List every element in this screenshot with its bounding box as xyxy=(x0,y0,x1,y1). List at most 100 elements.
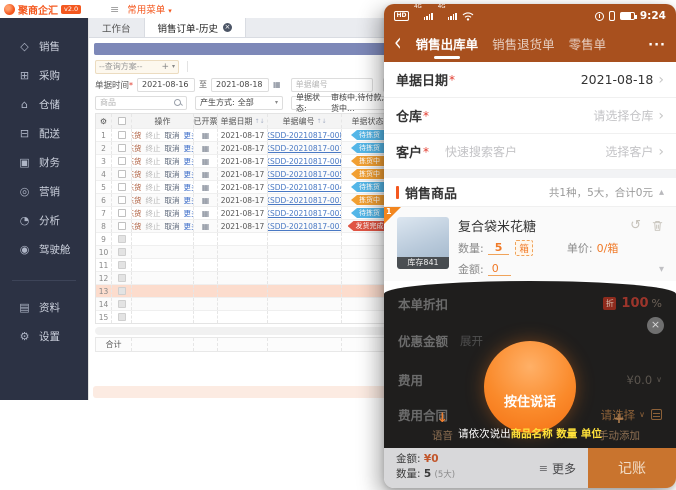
search-icon[interactable] xyxy=(174,99,182,107)
row-checkbox[interactable] xyxy=(118,157,126,165)
action-more[interactable]: 更多 xyxy=(184,182,195,193)
row-checkbox[interactable] xyxy=(118,144,126,152)
action-stop[interactable]: 终止 xyxy=(146,182,161,193)
action-pick[interactable]: 拣货 xyxy=(132,182,142,193)
action-stop[interactable]: 终止 xyxy=(146,156,161,167)
back-chevron-icon[interactable]: ‹ xyxy=(394,31,402,56)
qty-value[interactable]: 5 xyxy=(488,241,510,255)
chevron-down-icon[interactable]: ▾ xyxy=(659,264,664,275)
row-checkbox[interactable] xyxy=(118,131,126,139)
action-stop[interactable]: 终止 xyxy=(146,195,161,206)
action-cancel[interactable]: 取消 xyxy=(165,169,180,180)
select-all-checkbox[interactable] xyxy=(118,117,126,125)
column-settings-gear-icon[interactable]: ⚙ xyxy=(96,114,112,128)
action-more[interactable]: 更多 xyxy=(184,169,195,180)
unit-badge[interactable]: 箱 xyxy=(515,240,533,256)
close-tab-icon[interactable]: × xyxy=(223,23,232,32)
doc-number-input[interactable]: 单据编号 xyxy=(291,78,373,92)
select-customer-action[interactable]: 选择客户 xyxy=(605,143,653,160)
sidebar-item[interactable]: ◉ 驾驶舱 xyxy=(0,235,88,264)
record-submit-button[interactable]: 记账 xyxy=(588,448,676,488)
product-card[interactable]: 1 库存841 复合袋米花糖 ↺ 数量: 5 箱 单价: 0/箱 金额: 0 ▾ xyxy=(384,206,676,281)
sidebar-item[interactable]: ◎ 营销 xyxy=(0,177,88,206)
tab-sales-outbound[interactable]: 销售出库单 xyxy=(416,34,479,56)
doc-number-link[interactable]: XSDD-20210817-005 xyxy=(268,170,342,179)
hold-to-speak-button[interactable]: 按住说话 xyxy=(484,341,576,433)
sidebar-item[interactable]: ◇ 销售 xyxy=(0,32,88,61)
sidebar-item[interactable]: ⌂ 仓储 xyxy=(0,90,88,119)
action-cancel[interactable]: 取消 xyxy=(165,143,180,154)
doc-number-link[interactable]: XSDD-20210817-007 xyxy=(268,144,342,153)
doc-number-link[interactable]: XSDD-20210817-001 xyxy=(268,222,342,231)
sidebar-item[interactable]: ⊟ 配送 xyxy=(0,119,88,148)
sidebar-item[interactable]: ▣ 财务 xyxy=(0,148,88,177)
more-options-button[interactable]: ≡ 更多 xyxy=(539,460,588,477)
product-search-input[interactable]: 商品 xyxy=(95,96,187,110)
action-more[interactable]: 更多 xyxy=(184,195,195,206)
action-cancel[interactable]: 取消 xyxy=(165,195,180,206)
query-scheme-select[interactable]: --查询方案-- + ▾ xyxy=(95,60,179,74)
action-pick[interactable]: 拣货 xyxy=(132,169,142,180)
sidebar-item[interactable]: ⚙ 设置 xyxy=(0,322,88,351)
action-pick[interactable]: 拣货 xyxy=(132,143,142,154)
coupon-expand[interactable]: 展开 xyxy=(460,333,483,349)
calculator-icon[interactable] xyxy=(651,409,662,420)
form-row-warehouse[interactable]: 仓库* 请选择仓库 › xyxy=(384,98,676,134)
action-more[interactable]: 更多 xyxy=(184,208,195,219)
price-value[interactable]: 0/箱 xyxy=(597,240,619,256)
doc-number-link[interactable]: XSDD-20210817-006 xyxy=(268,157,342,166)
sort-icon[interactable]: ↑↓ xyxy=(254,118,264,125)
row-checkbox[interactable] xyxy=(118,196,126,204)
action-cancel[interactable]: 取消 xyxy=(165,156,180,167)
voice-mode-switch[interactable]: ↓ 语音 xyxy=(432,412,453,443)
amount-value[interactable]: 0 xyxy=(488,262,511,276)
action-more[interactable]: 更多 xyxy=(184,221,195,232)
action-pick[interactable]: 拣货 xyxy=(132,221,142,232)
date-to-input[interactable]: 2021-08-18 xyxy=(211,78,269,92)
action-stop[interactable]: 终止 xyxy=(146,130,161,141)
row-checkbox[interactable] xyxy=(118,222,126,230)
header-doc-date[interactable]: 单据日期↑↓ xyxy=(218,114,268,128)
more-menu-icon[interactable]: ··· xyxy=(648,38,666,53)
action-more[interactable]: 更多 xyxy=(184,156,195,167)
tab-workbench[interactable]: 工作台 xyxy=(89,18,145,37)
form-row-customer[interactable]: 客户* 快速搜索客户 选择客户 › xyxy=(384,134,676,170)
sidebar-item[interactable]: ⊞ 采购 xyxy=(0,61,88,90)
sidebar-item[interactable]: ▤ 资料 xyxy=(0,293,88,322)
action-pick[interactable]: 拣货 xyxy=(132,208,142,219)
manual-add-button[interactable]: + 手动添加 xyxy=(598,412,640,443)
row-checkbox[interactable] xyxy=(118,209,126,217)
action-stop[interactable]: 终止 xyxy=(146,208,161,219)
row-checkbox[interactable] xyxy=(118,183,126,191)
sidebar-item[interactable]: ◔ 分析 xyxy=(0,206,88,235)
action-stop[interactable]: 终止 xyxy=(146,221,161,232)
action-cancel[interactable]: 取消 xyxy=(165,182,180,193)
form-row-date[interactable]: 单据日期* 2021-08-18 › xyxy=(384,62,676,98)
customer-search-placeholder[interactable]: 快速搜索客户 xyxy=(445,143,517,160)
date-from-input[interactable]: 2021-08-16 xyxy=(137,78,195,92)
action-cancel[interactable]: 取消 xyxy=(165,208,180,219)
calendar-icon[interactable]: ▦ xyxy=(273,80,281,89)
action-cancel[interactable]: 取消 xyxy=(165,221,180,232)
sort-icon[interactable]: ↑↓ xyxy=(316,118,326,125)
history-icon[interactable]: ↺ xyxy=(630,218,641,233)
action-cancel[interactable]: 取消 xyxy=(165,130,180,141)
trash-icon[interactable] xyxy=(651,219,664,232)
doc-number-link[interactable]: XSDD-20210817-002 xyxy=(268,209,342,218)
close-overlay-icon[interactable]: × xyxy=(647,317,664,334)
header-doc-number[interactable]: 单据编号↑↓ xyxy=(268,114,342,128)
doc-number-link[interactable]: XSDD-20210817-003 xyxy=(268,196,342,205)
menu-toggle-icon[interactable]: ≡ xyxy=(110,3,119,16)
generation-method-select[interactable]: 产生方式: 全部 ▾ xyxy=(195,96,283,110)
row-checkbox[interactable] xyxy=(118,170,126,178)
doc-number-link[interactable]: XSDD-20210817-004 xyxy=(268,183,342,192)
tab-sales-return[interactable]: 销售退货单 xyxy=(492,34,555,56)
action-pick[interactable]: 拣货 xyxy=(132,156,142,167)
tab-retail[interactable]: 零售单 xyxy=(569,34,607,56)
tab-sales-order-history[interactable]: 销售订单-历史 × xyxy=(145,18,246,37)
doc-number-link[interactable]: XSDD-20210817-008 xyxy=(268,131,342,140)
action-stop[interactable]: 终止 xyxy=(146,169,161,180)
action-more[interactable]: 更多 xyxy=(184,143,195,154)
add-scheme-icon[interactable]: + xyxy=(161,62,169,72)
action-more[interactable]: 更多 xyxy=(184,130,195,141)
